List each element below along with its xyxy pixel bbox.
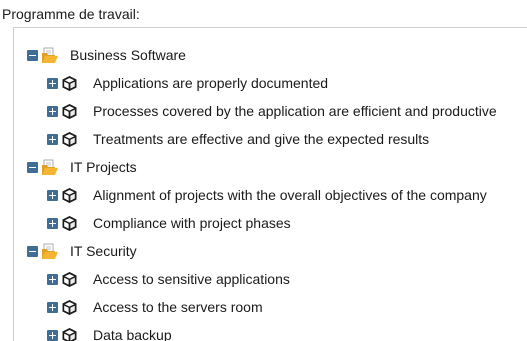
- expand-icon[interactable]: [47, 189, 58, 201]
- cube-icon: [61, 299, 78, 316]
- tree-node-category[interactable]: IT Security: [14, 237, 527, 265]
- expand-icon[interactable]: [47, 301, 58, 313]
- item-label: Treatments are effective and give the ex…: [93, 131, 430, 147]
- item-label: Processes covered by the application are…: [93, 103, 497, 119]
- tree-node-item[interactable]: Access to sensitive applications: [14, 265, 527, 293]
- item-label: Applications are properly documented: [93, 75, 329, 91]
- open-folder-icon: [41, 47, 59, 64]
- category-label: IT Projects: [70, 159, 137, 175]
- expand-icon[interactable]: [47, 133, 58, 145]
- expand-icon[interactable]: [47, 273, 58, 285]
- cube-icon: [61, 271, 78, 288]
- collapse-icon[interactable]: [27, 49, 38, 61]
- expand-icon[interactable]: [47, 329, 58, 341]
- tree-node-item[interactable]: Compliance with project phases: [14, 209, 527, 237]
- collapse-icon[interactable]: [27, 245, 38, 257]
- expand-icon[interactable]: [47, 217, 58, 229]
- tree-node-item[interactable]: Access to the servers room: [14, 293, 527, 321]
- expand-icon[interactable]: [47, 105, 58, 117]
- tree-view[interactable]: Business Software Applications are prope…: [13, 27, 527, 341]
- work-program-panel: Programme de travail: Business Software …: [0, 0, 527, 341]
- expand-icon[interactable]: [47, 77, 58, 89]
- open-folder-icon: [41, 159, 59, 176]
- cube-icon: [61, 103, 78, 120]
- cube-icon: [61, 187, 78, 204]
- cube-icon: [61, 75, 78, 92]
- panel-label: Programme de travail:: [2, 6, 140, 22]
- open-folder-icon: [41, 243, 59, 260]
- collapse-icon[interactable]: [27, 161, 38, 173]
- tree-node-item[interactable]: Applications are properly documented: [14, 69, 527, 97]
- item-label: Alignment of projects with the overall o…: [93, 187, 487, 203]
- tree-node-category[interactable]: IT Projects: [14, 153, 527, 181]
- category-label: Business Software: [70, 47, 186, 63]
- tree-node-category[interactable]: Business Software: [14, 41, 527, 69]
- item-label: Compliance with project phases: [93, 215, 291, 231]
- tree-node-item[interactable]: Alignment of projects with the overall o…: [14, 181, 527, 209]
- item-label: Access to sensitive applications: [93, 271, 290, 287]
- tree-node-item[interactable]: Treatments are effective and give the ex…: [14, 125, 527, 153]
- cube-icon: [61, 215, 78, 232]
- cube-icon: [61, 131, 78, 148]
- item-label: Data backup: [93, 327, 172, 341]
- tree-list: Business Software Applications are prope…: [14, 28, 527, 341]
- tree-node-item[interactable]: Data backup: [14, 321, 527, 341]
- cube-icon: [61, 327, 78, 341]
- category-label: IT Security: [70, 243, 137, 259]
- tree-node-item[interactable]: Processes covered by the application are…: [14, 97, 527, 125]
- item-label: Access to the servers room: [93, 299, 263, 315]
